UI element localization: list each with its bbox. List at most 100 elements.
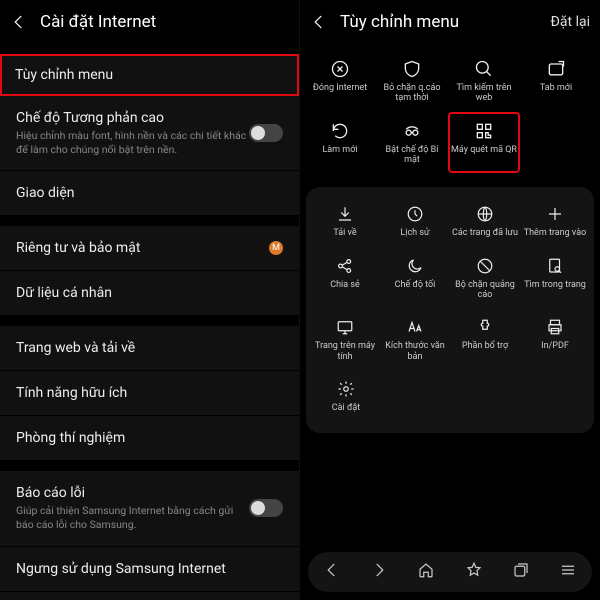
label: Cài đặt (332, 403, 360, 413)
print-item[interactable]: In/PDF (520, 308, 590, 370)
settings-item[interactable]: Cài đặt (310, 370, 382, 421)
label: Kích thước văn bản (382, 341, 448, 362)
history-item[interactable]: Lịch sử (380, 195, 450, 246)
moon-icon (406, 255, 424, 277)
new-tab-icon (546, 58, 566, 80)
badge-m: M (269, 241, 283, 255)
sublabel: Giúp cải thiện Samsung Internet bằng các… (16, 504, 249, 531)
label: Tìm kiếm trên web (450, 83, 518, 104)
back-icon[interactable] (310, 13, 328, 31)
text-size-item[interactable]: Kích thước văn bản (380, 308, 450, 370)
gear-icon (337, 378, 355, 400)
addons-item[interactable]: Phần bổ trợ (450, 308, 520, 370)
mask-icon (402, 120, 422, 142)
qr-scanner-item[interactable]: Máy quét mã QR (448, 112, 520, 174)
label: Máy quét mã QR (451, 145, 517, 155)
appearance-item[interactable]: Giao diện (0, 171, 299, 216)
saved-pages-item[interactable]: Các trang đã lưu (450, 195, 520, 246)
print-icon (546, 316, 564, 338)
personal-data-item[interactable]: Dữ liệu cá nhân (0, 271, 299, 316)
secret-mode-item[interactable]: Bật chế độ Bí mật (376, 112, 448, 174)
label: Trang web và tải về (16, 340, 135, 356)
share-item[interactable]: Chia sẻ (310, 247, 380, 309)
sublabel: Hiệu chỉnh màu font, hình nền và các chi… (16, 129, 249, 156)
browser-nav-bar (308, 552, 592, 592)
customize-menu-item[interactable]: Tùy chỉnh menu (0, 54, 299, 96)
high-contrast-item[interactable]: Chế độ Tương phản cao Hiệu chỉnh màu fon… (0, 96, 299, 171)
label: Bỏ chặn q.cáo tạm thời (378, 83, 446, 104)
search-icon (474, 58, 494, 80)
globe-icon (476, 203, 494, 225)
label: Phần bổ trợ (462, 341, 508, 351)
label: In/PDF (541, 341, 569, 351)
toggle-switch[interactable] (249, 124, 283, 142)
label: Chia sẻ (330, 280, 360, 290)
history-icon (406, 203, 424, 225)
privacy-item[interactable]: Riêng tư và bảo mật M (0, 226, 299, 271)
toggle-switch[interactable] (249, 499, 283, 517)
bookmark-icon[interactable] (465, 561, 483, 583)
block-icon (476, 255, 494, 277)
label: Làm mới (322, 145, 357, 155)
page-title: Cài đặt Internet (40, 12, 156, 32)
useful-features-item[interactable]: Tính năng hữu ích (0, 371, 299, 416)
desktop-site-item[interactable]: Trang trên máy tính (310, 308, 380, 370)
find-in-page-item[interactable]: Tìm trong trang (520, 247, 590, 309)
web-search-item[interactable]: Tìm kiếm trên web (448, 50, 520, 112)
tabs-icon[interactable] (512, 561, 530, 583)
nav-back-icon[interactable] (323, 561, 341, 583)
sites-downloads-item[interactable]: Trang web và tải về (0, 326, 299, 371)
label: Phòng thí nghiệm (16, 430, 125, 446)
label: Các trang đã lưu (452, 228, 518, 238)
label: Chế độ Tương phản cao (16, 110, 249, 126)
puzzle-icon (476, 316, 494, 338)
contact-item[interactable]: Liên hệ chúng tôi (0, 592, 299, 600)
menu-icon[interactable] (559, 561, 577, 583)
label: Chế độ tối (395, 280, 436, 290)
label: Bộ chặn quảng cáo (452, 280, 518, 301)
label: Ngưng sử dụng Samsung Internet (16, 561, 226, 577)
add-page-item[interactable]: Thêm trang vào (520, 195, 590, 246)
download-item[interactable]: Tải về (310, 195, 380, 246)
label: Tìm trong trang (524, 280, 586, 290)
customize-menu-pane: Tùy chỉnh menu Đặt lại Đóng Internet Bỏ … (300, 0, 600, 600)
download-icon (336, 203, 354, 225)
reset-button[interactable]: Đặt lại (551, 14, 590, 30)
adblock-item[interactable]: Bộ chặn quảng cáo (450, 247, 520, 309)
active-menu-grid: Đóng Internet Bỏ chặn q.cáo tạm thời Tìm… (300, 44, 600, 179)
new-tab-item[interactable]: Tab mới (520, 50, 592, 112)
empty-slot (520, 112, 592, 174)
label: Thêm trang vào (524, 228, 587, 238)
back-icon[interactable] (10, 13, 28, 31)
settings-list: Tùy chỉnh menu Chế độ Tương phản cao Hiệ… (0, 44, 299, 600)
stop-using-item[interactable]: Ngưng sử dụng Samsung Internet (0, 547, 299, 592)
qr-icon (474, 120, 494, 142)
shield-icon (402, 58, 422, 80)
label: Lịch sử (400, 228, 429, 238)
share-icon (336, 255, 354, 277)
label: Tải về (333, 228, 356, 238)
label: Trang trên máy tính (312, 341, 378, 362)
home-icon[interactable] (417, 561, 435, 583)
close-circle-icon (330, 58, 350, 80)
unblock-ads-item[interactable]: Bỏ chặn q.cáo tạm thời (376, 50, 448, 112)
nav-forward-icon[interactable] (370, 561, 388, 583)
refresh-item[interactable]: Làm mới (304, 112, 376, 174)
refresh-icon (330, 120, 350, 142)
settings-pane: Cài đặt Internet Tùy chỉnh menu Chế độ T… (0, 0, 300, 600)
error-report-item[interactable]: Báo cáo lỗi Giúp cải thiện Samsung Inter… (0, 471, 299, 546)
header: Cài đặt Internet (0, 0, 299, 44)
close-internet-item[interactable]: Đóng Internet (304, 50, 376, 112)
label: Bật chế độ Bí mật (378, 145, 446, 166)
label: Riêng tư và bảo mật (16, 240, 140, 256)
label: Báo cáo lỗi (16, 485, 249, 501)
label: Giao diện (16, 185, 74, 201)
label: Dữ liệu cá nhân (16, 285, 112, 301)
available-menu-grid: Tải về Lịch sử Các trang đã lưu Thêm tra… (306, 187, 594, 433)
labs-item[interactable]: Phòng thí nghiệm (0, 416, 299, 461)
plus-icon (546, 203, 564, 225)
label: Tùy chỉnh menu (15, 67, 113, 83)
text-size-icon (406, 316, 424, 338)
header: Tùy chỉnh menu Đặt lại (300, 0, 600, 44)
dark-mode-item[interactable]: Chế độ tối (380, 247, 450, 309)
